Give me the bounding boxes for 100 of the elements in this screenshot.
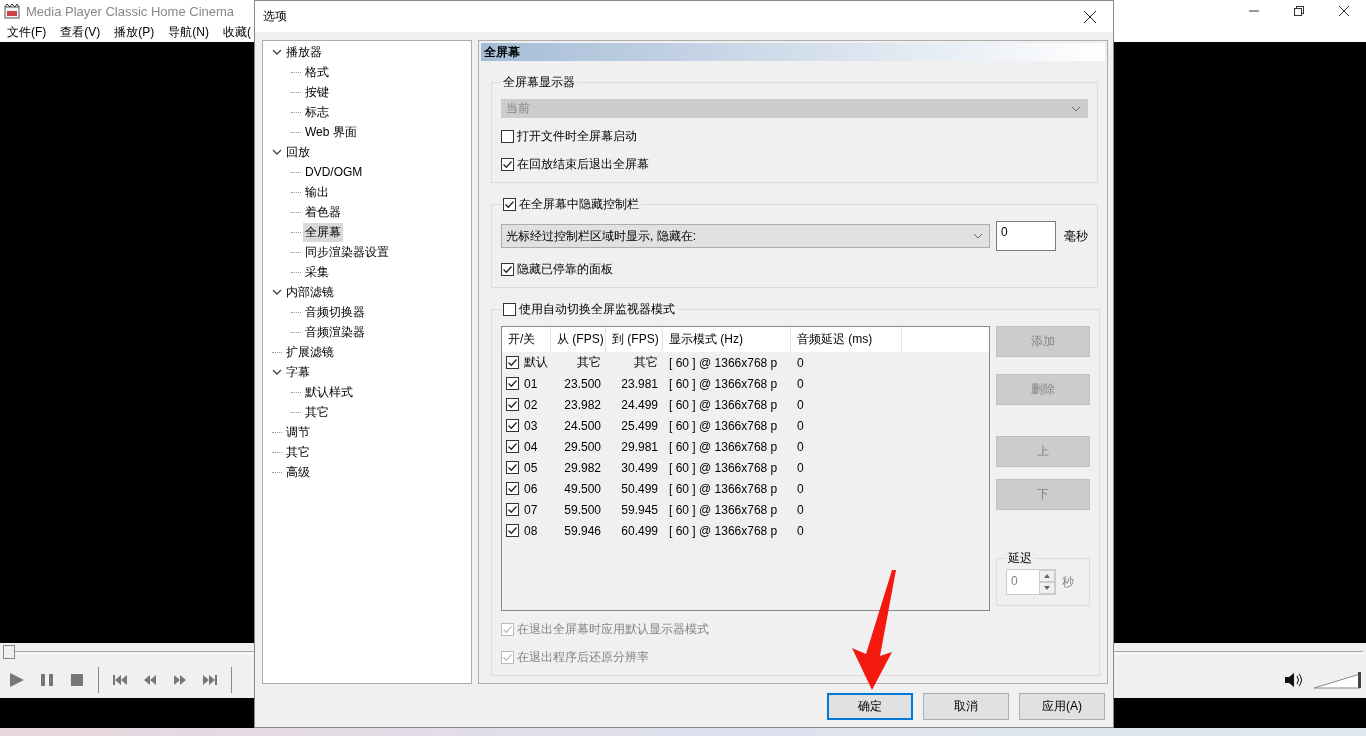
checkbox-label[interactable]: 在回放结束后退出全屏幕 bbox=[517, 155, 649, 173]
checkbox[interactable] bbox=[506, 524, 519, 537]
chevron-down-icon[interactable] bbox=[272, 367, 282, 377]
tree-item[interactable]: 全屏幕 bbox=[303, 222, 343, 242]
volume-icon[interactable] bbox=[1284, 671, 1304, 689]
pause-icon[interactable] bbox=[38, 672, 56, 688]
column-header[interactable]: 显示模式 (Hz) bbox=[663, 327, 791, 352]
table-cell-text: [ 60 ] @ 1366x768 p bbox=[668, 523, 779, 538]
restore-icon bbox=[1293, 6, 1304, 16]
tree-item[interactable]: 回放 bbox=[284, 142, 312, 162]
tree-item[interactable]: 高级 bbox=[284, 462, 312, 482]
column-header[interactable]: 音频延迟 (ms) bbox=[791, 327, 902, 352]
table-cell-text: 0 bbox=[796, 439, 805, 454]
tree-item[interactable]: 音频渲染器 bbox=[303, 322, 367, 342]
tree-item[interactable]: 同步渲染器设置 bbox=[303, 242, 391, 262]
window-title: Media Player Classic Home Cinema bbox=[26, 3, 235, 19]
tree-item[interactable]: 着色器 bbox=[303, 202, 343, 222]
tree-item[interactable]: 采集 bbox=[303, 262, 331, 282]
table-cell-text: 0 bbox=[796, 397, 805, 412]
tree-item[interactable]: 默认样式 bbox=[303, 382, 355, 402]
tree-item[interactable]: 播放器 bbox=[284, 42, 324, 62]
close-icon bbox=[1084, 10, 1096, 23]
dialog-title: 选项 bbox=[263, 8, 287, 25]
checkbox[interactable] bbox=[501, 262, 514, 276]
checkbox[interactable] bbox=[501, 157, 514, 171]
table-cell-text: [ 60 ] @ 1366x768 p bbox=[668, 355, 779, 370]
table-cell: 08 bbox=[524, 523, 538, 538]
checkbox[interactable] bbox=[506, 503, 519, 516]
volume-thumb[interactable] bbox=[1358, 672, 1361, 688]
close-icon bbox=[1338, 6, 1349, 16]
checkbox[interactable] bbox=[506, 377, 519, 390]
checkbox[interactable] bbox=[506, 440, 519, 453]
menu-item[interactable]: 收藏( bbox=[223, 23, 251, 41]
stop-icon[interactable] bbox=[68, 672, 86, 688]
checkbox[interactable] bbox=[503, 303, 516, 316]
menu-item[interactable]: 查看(V) bbox=[60, 23, 101, 41]
tree-item[interactable]: 字幕 bbox=[284, 362, 312, 382]
page-heading: 全屏幕 bbox=[481, 43, 1105, 61]
table-cell: 03 bbox=[524, 418, 538, 433]
table-cell: 默认 bbox=[524, 354, 548, 371]
checkbox-label[interactable]: 使用自动切换全屏监视器模式 bbox=[519, 301, 675, 318]
tree-item[interactable]: 按键 bbox=[303, 82, 331, 102]
table-cell-text: 23.982 bbox=[563, 397, 602, 412]
checkbox[interactable] bbox=[506, 356, 519, 369]
checkbox-label[interactable]: 打开文件时全屏幕启动 bbox=[517, 127, 637, 145]
hide-mode-dropdown[interactable]: 光标经过控制栏区域时显示, 隐藏在: bbox=[501, 224, 990, 248]
checkbox-label[interactable]: 在全屏幕中隐藏控制栏 bbox=[519, 196, 639, 213]
menu-item[interactable]: 导航(N) bbox=[168, 23, 209, 41]
tree-item[interactable]: 其它 bbox=[303, 402, 331, 422]
dialog-button[interactable]: 应用(A) bbox=[1019, 693, 1105, 720]
table-cell-text: 0 bbox=[796, 502, 805, 517]
tree-item[interactable]: 音频切换器 bbox=[303, 302, 367, 322]
skip-back-icon[interactable] bbox=[111, 672, 129, 688]
tree-item[interactable]: Web 界面 bbox=[303, 122, 359, 142]
delay-input[interactable]: 0 bbox=[996, 221, 1056, 251]
table-cell: 07 bbox=[524, 502, 538, 517]
checkbox[interactable] bbox=[506, 398, 519, 411]
menu-item[interactable]: 播放(P) bbox=[114, 23, 155, 41]
column-header[interactable]: 从 (FPS) bbox=[551, 327, 606, 352]
table-cell-text: 59.946 bbox=[563, 523, 602, 538]
table-cell-text: 24.500 bbox=[563, 418, 602, 433]
skip-forward-icon[interactable] bbox=[201, 672, 219, 688]
table-cell-text: [ 60 ] @ 1366x768 p bbox=[668, 418, 779, 433]
table-cell-text: 30.499 bbox=[620, 460, 659, 475]
table-cell: 05 bbox=[524, 460, 538, 475]
column-header[interactable]: 开/关 bbox=[502, 327, 551, 352]
chevron-down-icon[interactable] bbox=[272, 287, 282, 297]
table-cell-text: 23.981 bbox=[620, 376, 659, 391]
checkbox[interactable] bbox=[503, 198, 516, 211]
tree-item[interactable]: 输出 bbox=[303, 182, 331, 202]
tree-item[interactable]: 调节 bbox=[284, 422, 312, 442]
checkbox[interactable] bbox=[506, 419, 519, 432]
app-logo-icon bbox=[4, 3, 20, 19]
table-cell-text: 29.500 bbox=[563, 439, 602, 454]
chevron-down-icon[interactable] bbox=[272, 47, 282, 57]
column-header[interactable]: 到 (FPS) bbox=[606, 327, 663, 352]
table-cell-text: [ 60 ] @ 1366x768 p bbox=[668, 502, 779, 517]
tree-item[interactable]: 格式 bbox=[303, 62, 331, 82]
tree-item[interactable]: 标志 bbox=[303, 102, 331, 122]
tree-item[interactable]: 扩展滤镜 bbox=[284, 342, 336, 362]
menu-item[interactable]: 文件(F) bbox=[7, 23, 47, 41]
seek-thumb[interactable] bbox=[3, 645, 15, 659]
tree-item[interactable]: 内部滤镜 bbox=[284, 282, 336, 302]
table-cell-text: [ 60 ] @ 1366x768 p bbox=[668, 376, 779, 391]
tree-item[interactable]: 其它 bbox=[284, 442, 312, 462]
chevron-down-icon[interactable] bbox=[272, 147, 282, 157]
checkbox-label[interactable]: 隐藏已停靠的面板 bbox=[517, 260, 613, 278]
dialog-button[interactable]: 确定 bbox=[827, 693, 913, 720]
dialog-button[interactable]: 取消 bbox=[923, 693, 1009, 720]
checkbox[interactable] bbox=[506, 482, 519, 495]
checkbox[interactable] bbox=[506, 461, 519, 474]
tree-item[interactable]: DVD/OGM bbox=[303, 164, 365, 180]
table-cell: 01 bbox=[524, 376, 538, 391]
table-cell-text: 其它 bbox=[633, 354, 659, 371]
table-cell-text: 59.945 bbox=[620, 502, 659, 517]
play-icon[interactable] bbox=[8, 672, 26, 688]
table-cell-text: 0 bbox=[796, 460, 805, 475]
table-cell-text: 其它 bbox=[576, 354, 602, 371]
checkbox[interactable] bbox=[501, 129, 514, 143]
volume-slider[interactable] bbox=[1314, 671, 1362, 689]
